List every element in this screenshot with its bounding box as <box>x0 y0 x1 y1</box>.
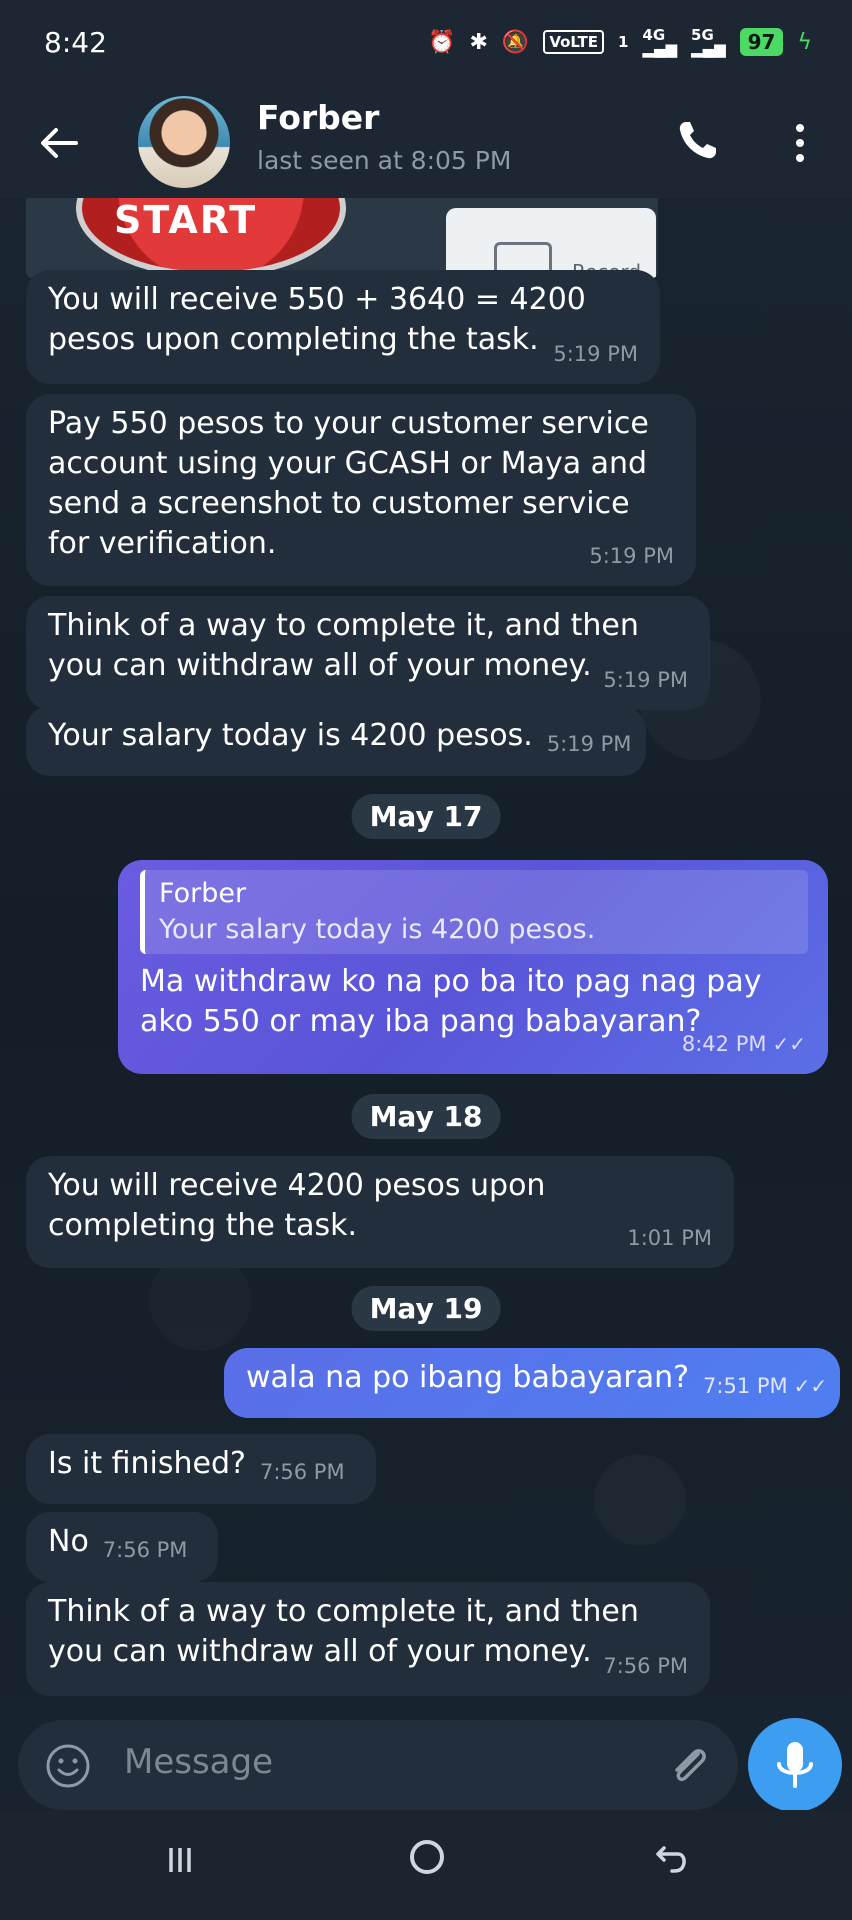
message-outgoing[interactable]: wala na po ibang babayaran? 7:51 PM ✓✓ <box>224 1348 840 1418</box>
reply-quote[interactable]: Forber Your salary today is 4200 pesos. <box>140 870 808 954</box>
status-bar: 8:42 ⏰ ✱ 🔕 VoLTE 1 4G ▂▄▆ 5G ▂▄▆ 97 ϟ <box>0 0 852 90</box>
date-separator: May 18 <box>351 1094 501 1139</box>
message-composer: Message <box>18 1720 738 1810</box>
battery-level: 97 <box>739 28 784 56</box>
message-text: Think of a way to complete it, and then … <box>48 608 639 683</box>
quote-sender: Forber <box>159 878 247 909</box>
message-time: 7:51 PM ✓✓ <box>703 1374 828 1398</box>
mute-icon: 🔕 <box>501 29 530 55</box>
charging-icon: ϟ <box>797 29 812 55</box>
recents-icon[interactable] <box>165 1842 195 1878</box>
message-time: 7:56 PM <box>603 1654 688 1678</box>
message-outgoing[interactable]: Forber Your salary today is 4200 pesos. … <box>118 860 828 1074</box>
date-separator: May 17 <box>351 794 501 839</box>
home-icon[interactable] <box>410 1840 444 1874</box>
message-time: 7:56 PM <box>102 1538 188 1562</box>
message-incoming[interactable]: No 7:56 PM <box>26 1512 218 1582</box>
message-incoming[interactable]: Is it finished? 7:56 PM <box>26 1434 376 1504</box>
message-incoming[interactable]: Pay 550 pesos to your customer service a… <box>26 394 696 586</box>
message-incoming[interactable]: Your salary today is 4200 pesos. 5:19 PM <box>26 706 646 776</box>
message-time: 5:19 PM <box>546 732 632 756</box>
image-message[interactable]: START Record <box>26 198 658 278</box>
date-separator: May 19 <box>351 1286 501 1331</box>
contact-last-seen: last seen at 8:05 PM <box>257 146 512 175</box>
message-input[interactable]: Message <box>124 1742 273 1782</box>
contact-name[interactable]: Forber <box>257 98 379 137</box>
message-text: wala na po ibang babayaran? <box>246 1360 690 1395</box>
phone-icon[interactable] <box>672 114 724 166</box>
message-text: No <box>48 1524 89 1559</box>
network-5g: 5G ▂▄▆ <box>691 26 726 58</box>
message-text: Pay 550 pesos to your customer service a… <box>48 406 649 561</box>
message-time: 8:42 PM ✓✓ <box>681 1032 806 1056</box>
quote-text: Your salary today is 4200 pesos. <box>159 914 596 945</box>
message-text: Is it finished? <box>48 1446 246 1481</box>
message-text: You will receive 4200 pesos upon complet… <box>48 1168 546 1243</box>
volte-badge: VoLTE <box>543 30 604 54</box>
message-time: 1:01 PM <box>627 1226 712 1250</box>
status-icons: ⏰ ✱ 🔕 VoLTE 1 4G ▂▄▆ 5G ▂▄▆ 97 ϟ <box>428 26 812 58</box>
network-4g: 4G ▂▄▆ <box>642 26 678 58</box>
microphone-icon <box>777 1742 813 1788</box>
arrow-left-icon[interactable] <box>34 118 84 168</box>
message-incoming[interactable]: You will receive 4200 pesos upon complet… <box>26 1156 734 1268</box>
message-text: You will receive 550 + 3640 = 4200 pesos… <box>48 282 586 357</box>
read-receipt-icon: ✓✓ <box>772 1032 806 1056</box>
chat-header: Forber last seen at 8:05 PM <box>0 90 852 198</box>
message-incoming[interactable]: You will receive 550 + 3640 = 4200 pesos… <box>26 270 660 384</box>
message-list[interactable]: START Record You will receive 550 + 3640… <box>0 198 852 1708</box>
sim1-label: 1 <box>617 33 629 51</box>
message-incoming[interactable]: Think of a way to complete it, and then … <box>26 1582 710 1696</box>
message-text: Think of a way to complete it, and then … <box>48 1594 639 1669</box>
message-time: 5:19 PM <box>589 544 674 568</box>
more-vertical-icon[interactable] <box>780 118 820 168</box>
message-time: 7:56 PM <box>259 1460 345 1484</box>
paperclip-icon[interactable] <box>664 1740 714 1790</box>
avatar[interactable] <box>138 96 230 188</box>
system-nav-bar <box>0 1810 852 1920</box>
microphone-button[interactable] <box>748 1718 842 1812</box>
message-incoming[interactable]: Think of a way to complete it, and then … <box>26 596 710 710</box>
message-text: Ma withdraw ko na po ba ito pag nag pay … <box>140 964 762 1039</box>
message-text: Your salary today is 4200 pesos. <box>48 718 533 753</box>
start-label: START <box>114 198 258 242</box>
bluetooth-icon: ✱ <box>469 29 488 55</box>
message-time: 5:19 PM <box>553 342 638 366</box>
message-time: 5:19 PM <box>603 668 688 692</box>
alarm-icon: ⏰ <box>428 29 456 55</box>
system-back-icon[interactable] <box>652 1840 690 1878</box>
read-receipt-icon: ✓✓ <box>793 1374 828 1398</box>
status-time: 8:42 <box>44 26 107 59</box>
smiley-icon[interactable] <box>44 1742 92 1790</box>
